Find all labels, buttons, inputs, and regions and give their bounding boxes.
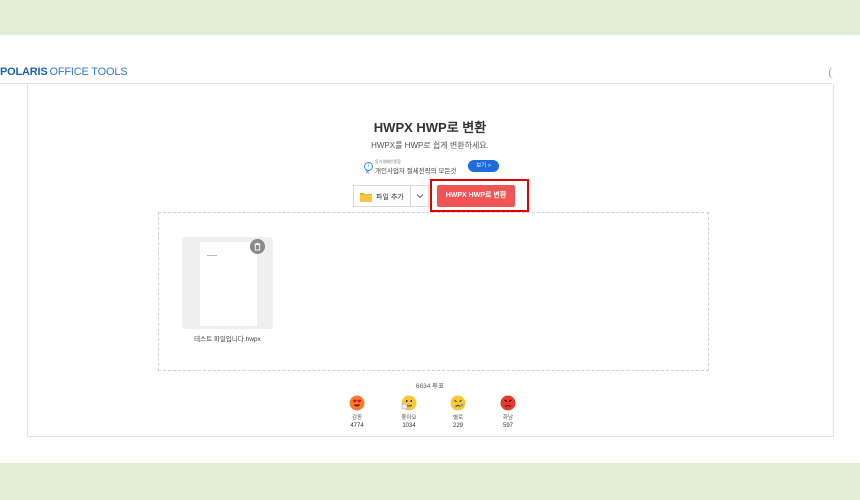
- logo[interactable]: POLARIS OFFICE TOOLS: [0, 66, 128, 78]
- page-title: HWPX HWP로 변환: [373, 120, 487, 135]
- angry-face-icon: [500, 395, 516, 411]
- trash-icon[interactable]: [250, 239, 265, 254]
- vote-total: 6634 투표: [415, 383, 445, 390]
- emotion-name: 감동: [351, 415, 363, 421]
- add-file-dropdown-button[interactable]: [410, 185, 429, 207]
- file-preview-page: [200, 242, 257, 326]
- ad-banner[interactable]: i ✕ 동기생배안종합 개인사업자 절세전략의 모든것 보기 >: [364, 159, 500, 176]
- ad-view-button[interactable]: 보기 >: [468, 160, 499, 172]
- emotion-angry-button[interactable]: 화남 597: [493, 395, 523, 429]
- file-name: 테스트 파일입니다.hwpx: [194, 336, 261, 343]
- emotion-name: 화남: [502, 415, 514, 421]
- heart-eyes-icon: [349, 395, 365, 411]
- sad-face-icon: [450, 395, 466, 411]
- folder-icon: [360, 193, 372, 202]
- highlight-box: [430, 179, 529, 212]
- emotion-count: 229: [452, 423, 463, 429]
- emotion-count: 4774: [350, 423, 364, 429]
- emotion-touched-button[interactable]: 감동 4774: [342, 395, 372, 429]
- scroll-edge-indicator: [829, 67, 834, 79]
- emotion-count: 1034: [402, 423, 416, 429]
- preview-line: [207, 255, 217, 256]
- page-subtitle: HWPX를 HWP로 쉽게 변환하세요.: [371, 141, 489, 150]
- ad-headline: 개인사업자 절세전략의 모든것: [375, 168, 457, 175]
- emotion-name: 좋아요: [401, 415, 417, 421]
- top-bar: POLARIS OFFICE TOOLS: [0, 61, 832, 84]
- close-icon[interactable]: ✕: [365, 169, 370, 176]
- logo-strong: POLARIS: [0, 66, 48, 78]
- logo-light: OFFICE TOOLS: [49, 66, 128, 78]
- emotion-meh-button[interactable]: 별로 229: [443, 395, 473, 429]
- emotion-name: 별로: [452, 415, 464, 421]
- thumbs-up-face-icon: [401, 395, 417, 411]
- chevron-down-icon: [416, 194, 424, 199]
- emotion-count: 597: [502, 423, 513, 429]
- emotion-like-button[interactable]: 좋아요 1034: [394, 395, 424, 429]
- add-file-label: 파일 추가: [376, 194, 404, 201]
- add-file-button[interactable]: 파일 추가: [353, 185, 411, 207]
